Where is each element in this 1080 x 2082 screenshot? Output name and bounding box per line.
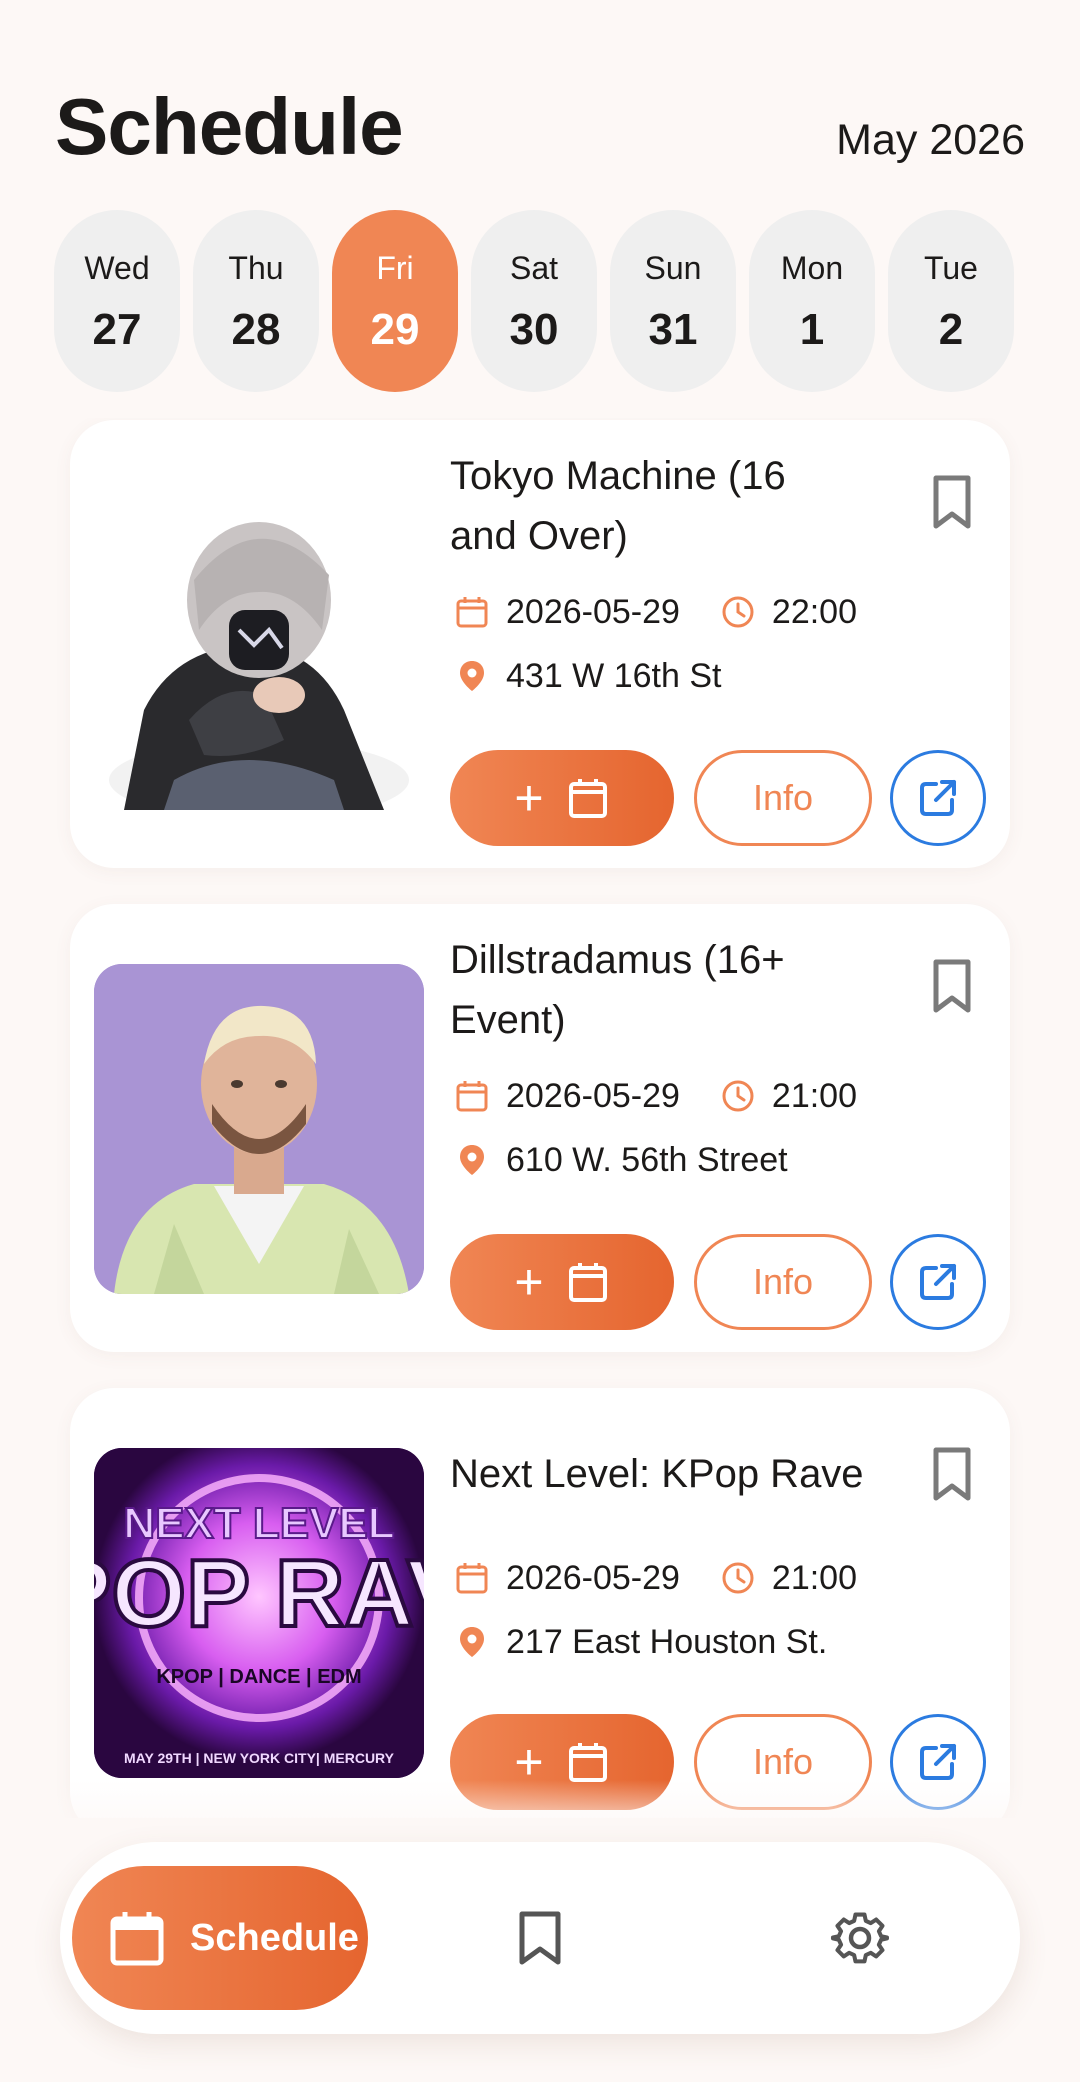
day-chip-fri[interactable]: Fri 29 xyxy=(332,210,458,392)
event-location-row: 217 East Houston St. xyxy=(450,1620,827,1664)
event-title: Dillstradamus (16+ Event) xyxy=(450,938,785,1042)
day-number: 2 xyxy=(938,305,964,354)
event-datetime-row: 2026-05-29 21:00 xyxy=(450,1074,857,1118)
header: Schedule May 2026 xyxy=(0,0,1080,180)
event-title: Tokyo Machine (16 and Over) xyxy=(450,454,786,558)
event-card: NEXT LEVEL POP RAV KPOP | DANCE | EDM MA… xyxy=(70,1388,1010,1818)
poster-line2: POP RAV xyxy=(94,1540,424,1647)
event-card: Tokyo Machine (16 and Over) 2026-05-29 2… xyxy=(70,420,1010,868)
event-address: 217 East Houston St. xyxy=(506,1622,828,1661)
day-chip-sat[interactable]: Sat 30 xyxy=(471,210,597,392)
day-name: Thu xyxy=(228,250,284,286)
event-date: 2026-05-29 xyxy=(506,1076,680,1115)
add-to-calendar-button[interactable]: + xyxy=(450,750,674,846)
day-chip-sun[interactable]: Sun 31 xyxy=(610,210,736,392)
calendar-icon xyxy=(568,779,607,818)
event-location-row: 431 W 16th St xyxy=(450,654,721,698)
day-selector: Wed 27 Thu 28 Fri 29 Sat 30 Sun 31 Mon 1… xyxy=(54,210,1054,392)
clock-icon xyxy=(716,590,760,634)
clock-icon xyxy=(716,1556,760,1600)
day-number: 30 xyxy=(509,305,559,354)
day-number: 1 xyxy=(799,305,825,354)
open-external-button[interactable] xyxy=(890,1234,986,1330)
day-number: 27 xyxy=(92,305,142,354)
location-pin-icon xyxy=(450,1620,494,1664)
event-datetime-row: 2026-05-29 22:00 xyxy=(450,590,857,634)
event-time: 21:00 xyxy=(771,1076,858,1115)
month-label: May 2026 xyxy=(836,116,1025,164)
day-name: Tue xyxy=(924,250,978,286)
day-name: Mon xyxy=(780,250,844,286)
bookmark-icon xyxy=(933,475,971,529)
gear-icon xyxy=(830,1912,889,1964)
day-chip-mon[interactable]: Mon 1 xyxy=(749,210,875,392)
bookmark-button[interactable] xyxy=(920,954,984,1018)
event-address: 431 W 16th St xyxy=(506,656,722,695)
calendar-icon xyxy=(450,1074,494,1118)
event-image: NEXT LEVEL POP RAV KPOP | DANCE | EDM MA… xyxy=(94,1448,424,1778)
event-date: 2026-05-29 xyxy=(506,592,680,631)
event-datetime-row: 2026-05-29 21:00 xyxy=(450,1556,857,1600)
bookmark-button[interactable] xyxy=(920,1442,984,1506)
open-external-icon xyxy=(920,1744,956,1780)
day-name: Wed xyxy=(84,250,150,286)
bookmark-icon xyxy=(519,1911,561,1965)
open-external-icon xyxy=(920,780,956,816)
open-external-button[interactable] xyxy=(890,750,986,846)
poster-line4: MAY 29TH | NEW YORK CITY| MERCURY xyxy=(124,1750,395,1766)
day-number: 28 xyxy=(231,305,281,354)
day-chip-wed[interactable]: Wed 27 xyxy=(54,210,180,392)
bookmark-button[interactable] xyxy=(920,470,984,534)
nav-saved-tab[interactable] xyxy=(492,1890,588,1986)
page-title: Schedule xyxy=(55,82,404,171)
event-address: 610 W. 56th Street xyxy=(506,1140,788,1179)
info-button[interactable]: Info xyxy=(694,750,872,846)
calendar-icon xyxy=(568,1263,607,1302)
poster-line3: KPOP | DANCE | EDM xyxy=(156,1666,361,1688)
list-fade xyxy=(0,1780,1080,1840)
clock-icon xyxy=(716,1074,760,1118)
event-image xyxy=(94,480,424,810)
calendar-icon xyxy=(450,1556,494,1600)
info-button[interactable]: Info xyxy=(694,1234,872,1330)
day-chip-thu[interactable]: Thu 28 xyxy=(193,210,319,392)
event-time: 21:00 xyxy=(771,1558,858,1597)
day-number: 31 xyxy=(648,305,698,354)
day-number: 29 xyxy=(370,305,420,354)
event-image xyxy=(94,964,424,1294)
open-external-icon xyxy=(920,1264,956,1300)
event-time: 22:00 xyxy=(771,592,858,631)
nav-schedule-tab[interactable]: Schedule xyxy=(72,1866,368,2010)
day-chip-tue[interactable]: Tue 2 xyxy=(888,210,1014,392)
day-name: Sat xyxy=(509,250,559,286)
nav-schedule-label: Schedule xyxy=(190,1916,359,1959)
location-pin-icon xyxy=(450,1138,494,1182)
calendar-icon xyxy=(110,1912,164,1966)
bottom-navigation: Schedule xyxy=(60,1842,1020,2034)
plus-label: + xyxy=(514,1254,544,1310)
nav-settings-tab[interactable] xyxy=(812,1890,908,1986)
day-name: Sun xyxy=(644,250,702,286)
event-card: Dillstradamus (16+ Event) 2026-05-29 21:… xyxy=(70,904,1010,1352)
add-to-calendar-button[interactable]: + xyxy=(450,1234,674,1330)
location-pin-icon xyxy=(450,654,494,698)
calendar-icon xyxy=(450,590,494,634)
event-title: Next Level: KPop Rave xyxy=(450,1452,864,1496)
day-name: Fri xyxy=(376,250,414,286)
event-list[interactable]: Tokyo Machine (16 and Over) 2026-05-29 2… xyxy=(0,418,1080,1818)
bookmark-icon xyxy=(933,1447,971,1501)
event-date: 2026-05-29 xyxy=(506,1558,680,1597)
bookmark-icon xyxy=(933,959,971,1013)
event-location-row: 610 W. 56th Street xyxy=(450,1138,788,1182)
plus-label: + xyxy=(514,770,544,826)
calendar-icon xyxy=(568,1743,607,1782)
